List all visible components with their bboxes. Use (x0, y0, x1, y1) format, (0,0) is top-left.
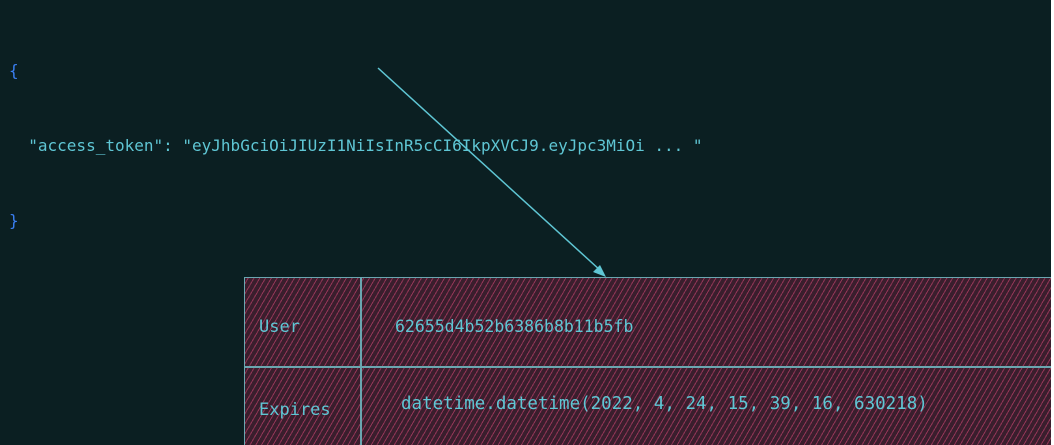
json-line-close: } (9, 208, 703, 233)
json-snippet: { "access_token": "eyJhbGciOiJIUzI1NiIsI… (9, 8, 703, 283)
open-brace: { (9, 61, 19, 80)
key-value-separator: : (163, 136, 183, 155)
user-label: User (259, 317, 300, 337)
json-line-open: { (9, 58, 703, 83)
decoded-token-table: User 62655d4b52b6386b8b11b5fb Expires da… (244, 277, 1051, 445)
user-value: 62655d4b52b6386b8b11b5fb (395, 317, 634, 336)
close-brace: } (9, 211, 19, 230)
access-token-value: "eyJhbGciOiJIUzI1NiIsInR5cCI6IkpXVCJ9.ey… (182, 136, 703, 155)
diagram-canvas: { "access_token": "eyJhbGciOiJIUzI1NiIsI… (0, 0, 1051, 445)
access-token-key: "access_token" (28, 136, 164, 155)
json-line-token: "access_token": "eyJhbGciOiJIUzI1NiIsInR… (9, 133, 703, 158)
row-divider (245, 366, 1051, 368)
expires-label: Expires (259, 400, 331, 420)
column-divider (360, 278, 362, 445)
expires-value: datetime.datetime(2022, 4, 24, 15, 39, 1… (401, 394, 928, 414)
